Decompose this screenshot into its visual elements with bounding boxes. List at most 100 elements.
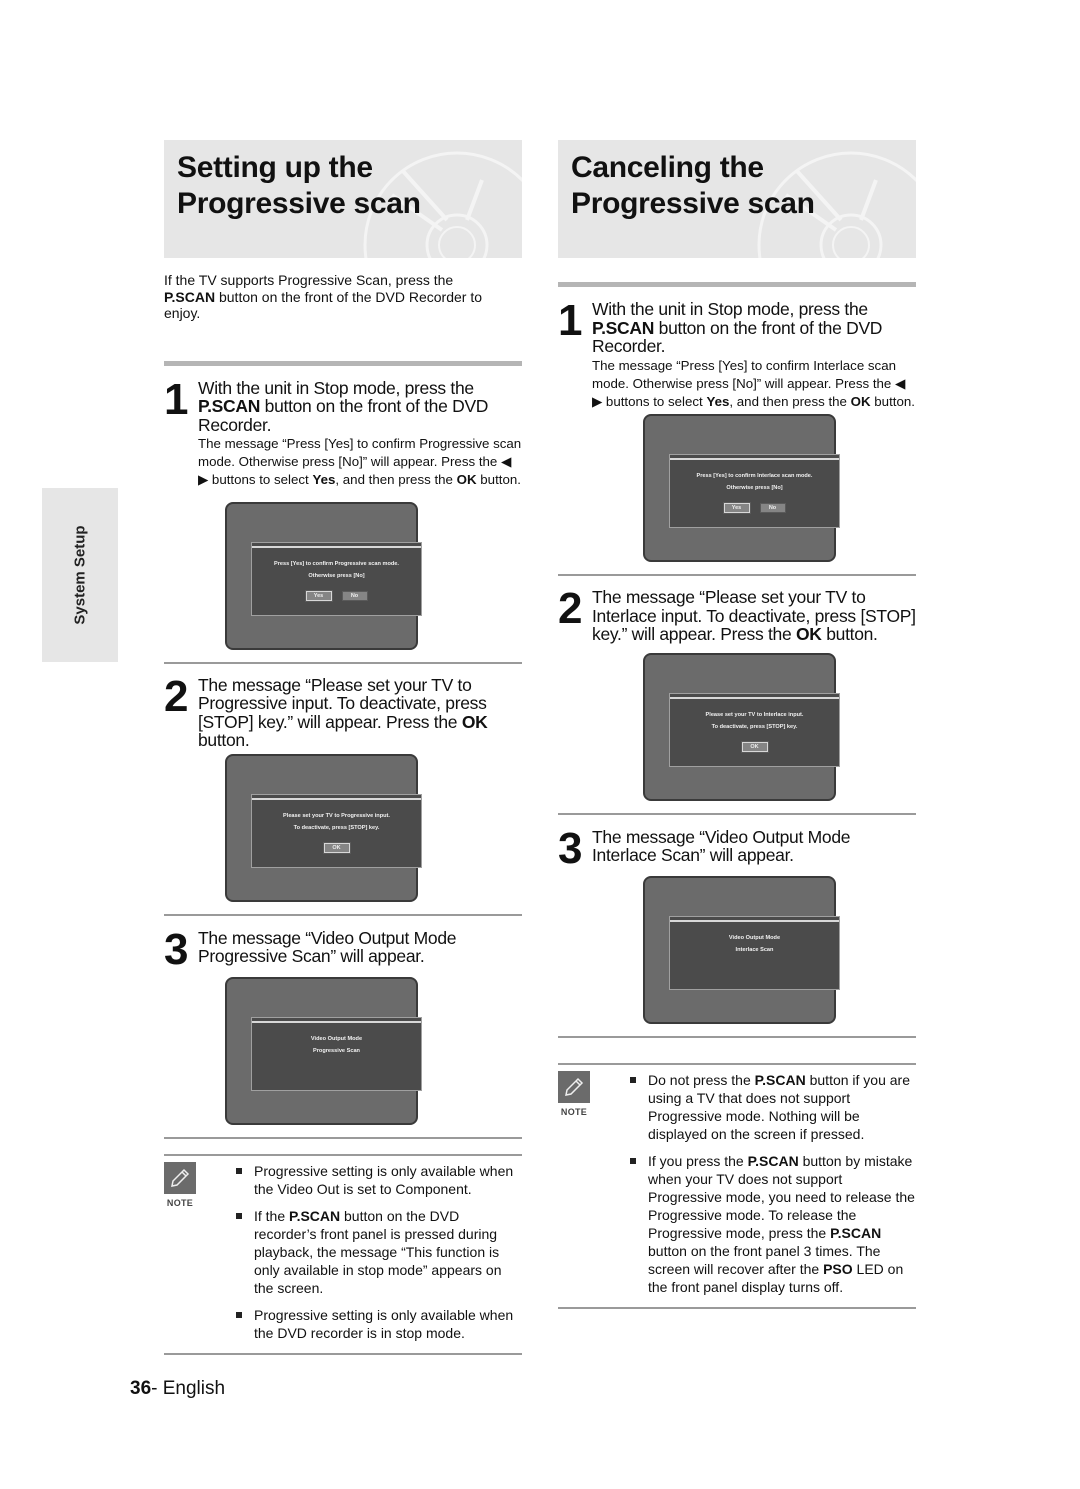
osd-yes-button[interactable]: Yes xyxy=(304,589,333,602)
osd-message: Please set your TV to Interlace input. T… xyxy=(670,709,839,733)
note-box: NOTE Do not press the P.SCAN button if y… xyxy=(558,1065,916,1305)
page-number: 36 xyxy=(130,1378,152,1399)
osd-line: Interlace Scan xyxy=(735,946,774,953)
step-heading: The message “Please set your TV to Inter… xyxy=(592,588,916,644)
text: If the xyxy=(254,1207,290,1224)
text: Progressive setting is only available wh… xyxy=(254,1306,514,1341)
step-2: 2 The message “Please set your TV to Int… xyxy=(558,587,916,644)
divider xyxy=(558,1035,916,1038)
tv-screen-output-progressive: Video Output Mode Progressive Scan xyxy=(225,976,422,1125)
divider xyxy=(164,1352,522,1355)
step-number: 3 xyxy=(164,924,189,974)
note-item: If you press the P.SCAN button by mistak… xyxy=(628,1152,916,1296)
divider xyxy=(558,812,916,815)
text-bold: P.SCAN xyxy=(830,1224,882,1241)
osd-ok-button[interactable]: OK xyxy=(740,740,769,753)
text: button. xyxy=(870,393,915,409)
divider xyxy=(164,1136,522,1139)
osd-line: Video Output Mode xyxy=(310,1035,363,1042)
osd-title-bar xyxy=(670,455,839,461)
text: , and then press the xyxy=(729,393,851,409)
note-item: If the P.SCAN button on the DVD recorder… xyxy=(234,1207,522,1297)
osd-line: Please set your TV to Progressive input. xyxy=(283,812,390,819)
divider xyxy=(164,913,522,916)
step-heading: The message “Please set your TV to Progr… xyxy=(198,674,498,751)
text-bold: PSO xyxy=(823,1260,853,1277)
page-language: - English xyxy=(151,1378,226,1399)
section-title-box: Setting up the Progressive scan xyxy=(164,140,522,258)
pencil-icon xyxy=(558,1070,590,1103)
right-column: Canceling the Progressive scan 1 With th… xyxy=(558,140,916,1309)
note-label: NOTE xyxy=(560,1106,588,1117)
step-number: 1 xyxy=(164,374,189,424)
tv-screen-set-interlace: Please set your TV to Interlace input. T… xyxy=(643,652,840,801)
text: button. xyxy=(476,472,521,488)
osd-no-button[interactable]: No xyxy=(341,590,368,601)
osd-message: Press [Yes] to confirm Progressive scan … xyxy=(252,558,421,582)
text-bold: OK xyxy=(850,393,871,409)
note-badge: NOTE xyxy=(558,1070,590,1305)
osd-line: To deactivate, press [STOP] key. xyxy=(711,723,798,730)
osd-yes-button[interactable]: Yes xyxy=(722,502,751,515)
osd-dialog: Please set your TV to Progressive input.… xyxy=(251,793,422,868)
step-number: 2 xyxy=(164,671,189,721)
osd-message: Please set your TV to Progressive input.… xyxy=(252,810,421,834)
step-3: 3 The message “Video Output Mode Interla… xyxy=(558,826,916,870)
note-item: Progressive setting is only available wh… xyxy=(234,1162,522,1198)
osd-line: Progressive Scan xyxy=(313,1047,360,1054)
step-detail: The message “Press [Yes] to confirm Prog… xyxy=(198,435,522,490)
tv-screen-confirm-interlace: Press [Yes] to confirm Interlace scan mo… xyxy=(643,414,840,563)
section-title: Canceling the Progressive scan xyxy=(571,151,815,220)
osd-dialog: Press [Yes] to confirm Progressive scan … xyxy=(251,541,422,616)
osd-dialog: Video Output Mode Interlace Scan xyxy=(669,915,840,990)
osd-line: Please set your TV to Interlace input. xyxy=(705,711,804,718)
osd-title-bar xyxy=(670,916,839,922)
step-number: 3 xyxy=(558,823,583,873)
intro-bold: P.SCAN xyxy=(164,288,216,305)
note-list: Progressive setting is only available wh… xyxy=(234,1162,522,1351)
osd-title-bar xyxy=(670,693,839,699)
text: button. xyxy=(198,730,250,751)
section-title: Setting up the Progressive scan xyxy=(177,151,421,220)
text-bold: Yes xyxy=(312,472,336,488)
osd-line: Press [Yes] to confirm Interlace scan mo… xyxy=(696,473,813,480)
osd-line: Press [Yes] to confirm Progressive scan … xyxy=(274,560,399,567)
osd-ok-button[interactable]: OK xyxy=(322,841,351,854)
section-tab-label: System Setup xyxy=(71,525,89,625)
step-heading: The message “Video Output Mode Progressi… xyxy=(198,927,457,967)
step-2: 2 The message “Please set your TV to Pro… xyxy=(164,671,522,751)
step-heading: The message “Video Output Mode Interlace… xyxy=(592,826,851,866)
text-bold: P.SCAN xyxy=(198,396,261,416)
page-footer: 36- English xyxy=(130,1378,225,1400)
text-bold: P.SCAN xyxy=(754,1071,806,1088)
note-label: NOTE xyxy=(166,1197,194,1208)
step-1: 1 With the unit in Stop mode, press the P… xyxy=(558,296,916,412)
text-bold: P.SCAN xyxy=(289,1207,341,1224)
text: The message “Please set your TV to Progr… xyxy=(198,674,487,732)
osd-buttons: Yes No xyxy=(252,584,421,602)
osd-dialog: Press [Yes] to confirm Interlace scan mo… xyxy=(669,454,840,529)
step-heading: With the unit in Stop mode, press the P.S… xyxy=(198,377,522,435)
divider xyxy=(558,574,916,577)
pencil-icon xyxy=(164,1161,196,1194)
text: With the unit in Stop mode, press the xyxy=(592,299,868,319)
step-3: 3 The message “Video Output Mode Progres… xyxy=(164,927,522,971)
osd-line: Otherwise press [No] xyxy=(726,485,783,492)
osd-line: Video Output Mode xyxy=(728,934,781,941)
note-badge: NOTE xyxy=(164,1161,196,1351)
osd-message: Video Output Mode Interlace Scan xyxy=(670,932,839,956)
tv-screen-set-progressive: Please set your TV to Progressive input.… xyxy=(225,753,422,902)
osd-title-bar xyxy=(252,1017,421,1023)
text-bold: P.SCAN xyxy=(747,1152,799,1169)
osd-no-button[interactable]: No xyxy=(759,503,786,514)
tv-screen-confirm-progressive: Press [Yes] to confirm Progressive scan … xyxy=(225,501,422,650)
text-bold: Yes xyxy=(706,393,730,409)
osd-buttons: Yes No xyxy=(670,496,839,515)
note-item: Do not press the P.SCAN button if you ar… xyxy=(628,1071,916,1143)
step-detail: The message “Press [Yes] to confirm Inte… xyxy=(592,357,916,412)
divider xyxy=(558,1306,916,1309)
text: With the unit in Stop mode, press the xyxy=(198,377,474,398)
text: If you press the xyxy=(648,1152,748,1169)
step-number: 1 xyxy=(558,296,583,345)
osd-message: Press [Yes] to confirm Interlace scan mo… xyxy=(670,470,839,494)
